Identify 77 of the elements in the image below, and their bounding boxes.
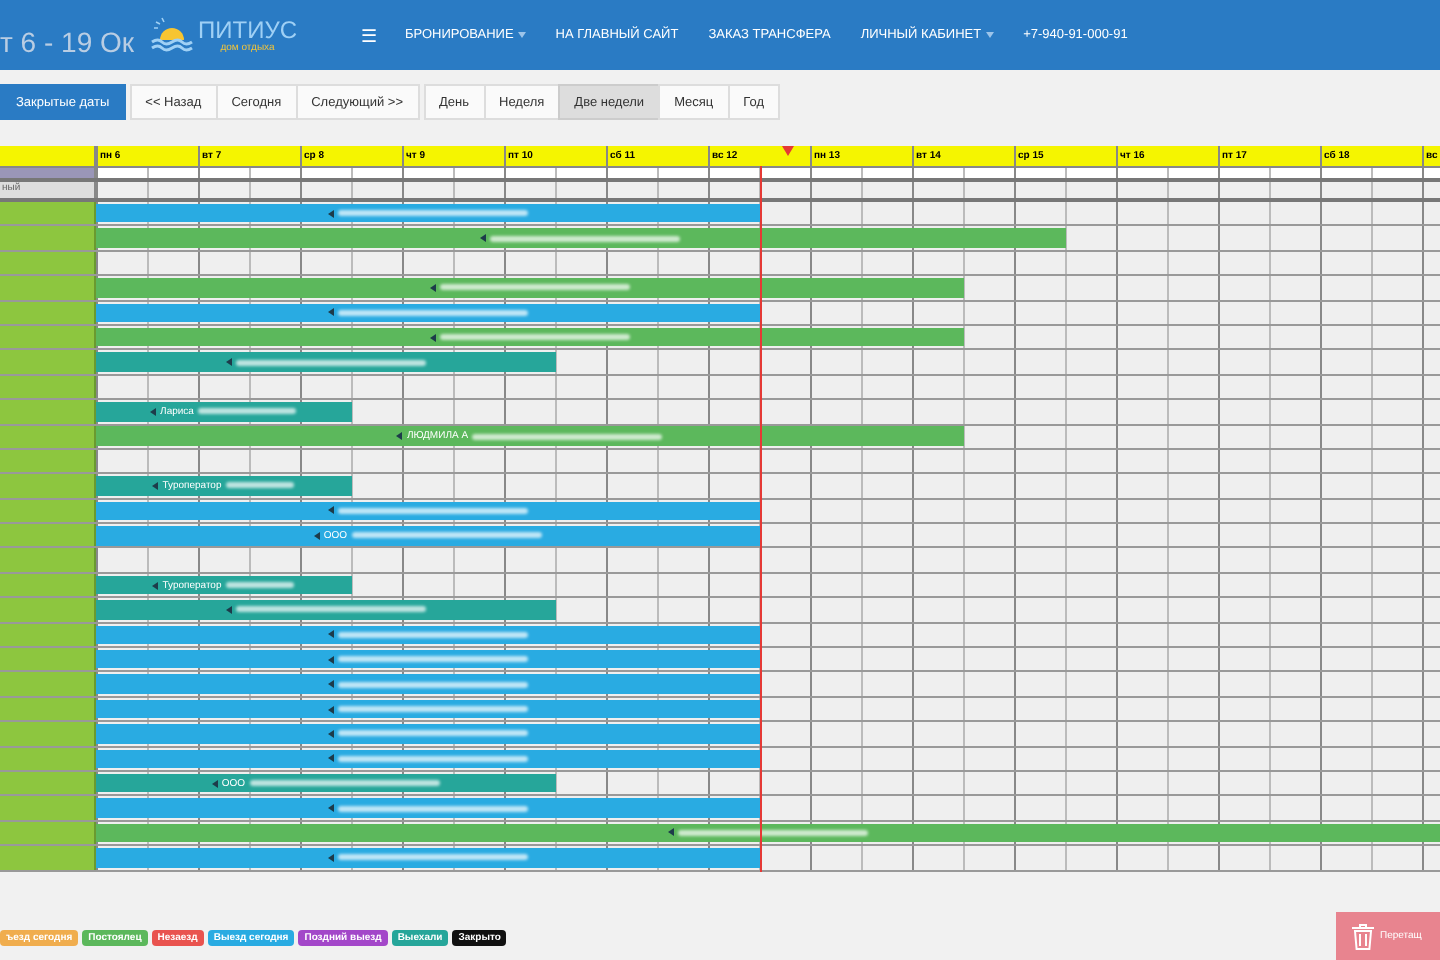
booking-bar[interactable] <box>96 327 963 347</box>
blurred-text <box>225 582 295 589</box>
room-cell <box>0 226 96 250</box>
room-cell <box>0 251 96 275</box>
arrow-icon <box>327 209 334 218</box>
booking-bar[interactable] <box>96 600 555 620</box>
booking-bar[interactable] <box>96 278 963 298</box>
room-cell <box>0 846 96 870</box>
booking-bar[interactable] <box>96 848 759 868</box>
blurred-text <box>197 408 297 415</box>
room-cell <box>0 697 96 721</box>
room-cell <box>0 202 96 225</box>
arrow-icon <box>327 308 334 317</box>
arrow-icon <box>211 779 218 788</box>
caret-icon <box>517 32 526 38</box>
booking-bar[interactable] <box>96 352 555 372</box>
room-cell <box>0 425 96 448</box>
arrow-icon <box>396 432 403 441</box>
arrow-icon <box>327 853 334 862</box>
room-cell <box>0 276 96 300</box>
arrow-icon <box>668 828 674 837</box>
sun-wave-logo-icon <box>150 15 194 55</box>
room-cell <box>0 499 96 523</box>
arrow-icon <box>327 705 334 713</box>
arrow-icon <box>225 358 232 367</box>
room-cell <box>0 747 96 770</box>
room-cell <box>0 301 96 324</box>
room-cell <box>0 598 96 622</box>
arrow-icon <box>480 234 487 243</box>
arrow-icon <box>327 680 334 689</box>
booking-bar[interactable] <box>96 674 759 694</box>
arrow-icon <box>327 655 334 664</box>
room-cell <box>0 722 96 746</box>
page-title: т 6 - 19 Ок <box>0 26 135 58</box>
booking-bar[interactable] <box>96 724 759 744</box>
room-cell <box>0 449 96 473</box>
booking-bar[interactable] <box>96 203 759 223</box>
arrow-icon <box>313 531 320 540</box>
arrow-icon <box>327 804 334 813</box>
booking-bar[interactable] <box>96 749 759 769</box>
booking-bar[interactable] <box>96 228 1065 248</box>
booking-bar[interactable] <box>96 699 759 719</box>
arrow-icon <box>429 333 436 342</box>
menu-icon[interactable]: ☰ <box>361 25 377 45</box>
booking-bar[interactable] <box>96 798 759 818</box>
booking-bar[interactable] <box>96 303 759 322</box>
arrow-icon <box>429 283 436 292</box>
room-cell <box>0 672 96 696</box>
arrow-icon <box>152 581 159 590</box>
room-cell <box>0 350 96 374</box>
booking-bar[interactable] <box>96 625 759 645</box>
trash-icon <box>1352 923 1374 950</box>
room-cell <box>0 648 96 671</box>
arrow-icon <box>327 754 334 763</box>
room-cell <box>0 771 96 795</box>
arrow-icon <box>327 506 334 515</box>
arrow-icon <box>327 630 334 639</box>
booking-bar[interactable] <box>96 501 759 521</box>
arrow-icon <box>150 407 157 416</box>
room-cell <box>0 375 96 399</box>
arrow-icon <box>327 729 334 738</box>
room-cell <box>0 548 96 572</box>
room-cell <box>0 400 96 424</box>
booking-bar[interactable] <box>96 649 759 669</box>
room-cell <box>0 325 96 349</box>
room-cell <box>0 573 96 597</box>
blurred-text <box>225 482 295 489</box>
logo-title: ПИТИУС <box>198 17 297 41</box>
room-cell <box>0 623 96 647</box>
today-marker-icon <box>781 146 793 156</box>
room-cell <box>0 821 96 845</box>
room-cell <box>0 524 96 547</box>
caret-icon <box>985 32 994 38</box>
arrow-icon <box>152 481 159 490</box>
arrow-icon <box>225 605 232 614</box>
room-cell <box>0 796 96 820</box>
room-cell <box>0 474 96 498</box>
